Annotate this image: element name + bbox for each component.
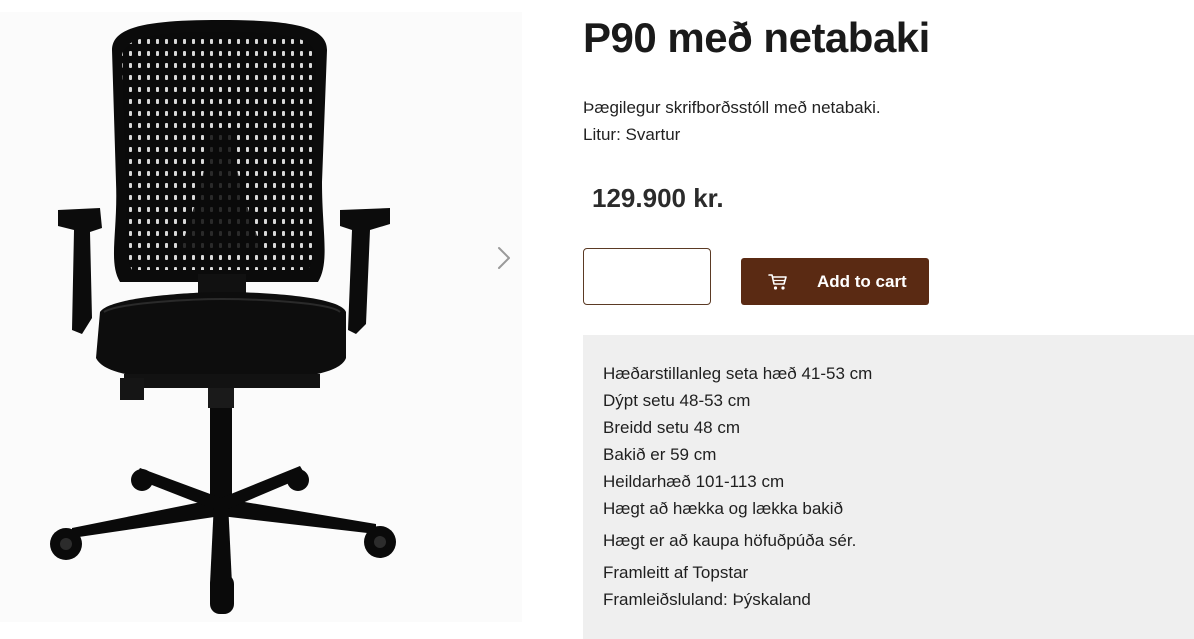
product-price: 129.900 kr. bbox=[592, 183, 724, 213]
chevron-right-icon bbox=[498, 247, 510, 269]
spec-line: Framleitt af Topstar bbox=[603, 563, 749, 582]
spec-line: Breidd setu 48 cm bbox=[603, 418, 741, 437]
spec-line: Hægt að hækka og lækka bakið bbox=[603, 499, 844, 518]
next-image-button[interactable] bbox=[492, 243, 516, 273]
spec-line: Framleiðsluland: Þýskaland bbox=[603, 590, 811, 609]
product-title: P90 með netabaki bbox=[583, 14, 930, 61]
product-page: P90 með netabaki Þægilegur skrifborðsstó… bbox=[0, 0, 1194, 639]
add-to-cart-label: Add to cart bbox=[817, 271, 907, 291]
spec-line: Hægt er að kaupa höfuðpúða sér. bbox=[603, 531, 857, 550]
cart-icon bbox=[768, 273, 787, 290]
quantity-input[interactable] bbox=[583, 248, 711, 305]
spec-line: Hæðarstillanleg seta hæð 41-53 cm bbox=[603, 364, 873, 383]
spec-line: Heildarhæð 101-113 cm bbox=[603, 472, 785, 491]
product-image bbox=[50, 20, 396, 614]
color-text: Litur: Svartur bbox=[583, 125, 681, 144]
spec-line: Bakið er 59 cm bbox=[603, 445, 717, 464]
description-text: Þægilegur skrifborðsstóll með netabaki. bbox=[583, 98, 881, 117]
product-description: Þægilegur skrifborðsstóll með netabaki. … bbox=[583, 94, 881, 148]
product-gallery bbox=[0, 12, 522, 622]
specs-box: Hæðarstillanleg seta hæð 41-53 cm Dýpt s… bbox=[583, 335, 1194, 639]
spec-line: Dýpt setu 48-53 cm bbox=[603, 391, 751, 410]
add-to-cart-button[interactable]: Add to cart bbox=[741, 258, 929, 305]
